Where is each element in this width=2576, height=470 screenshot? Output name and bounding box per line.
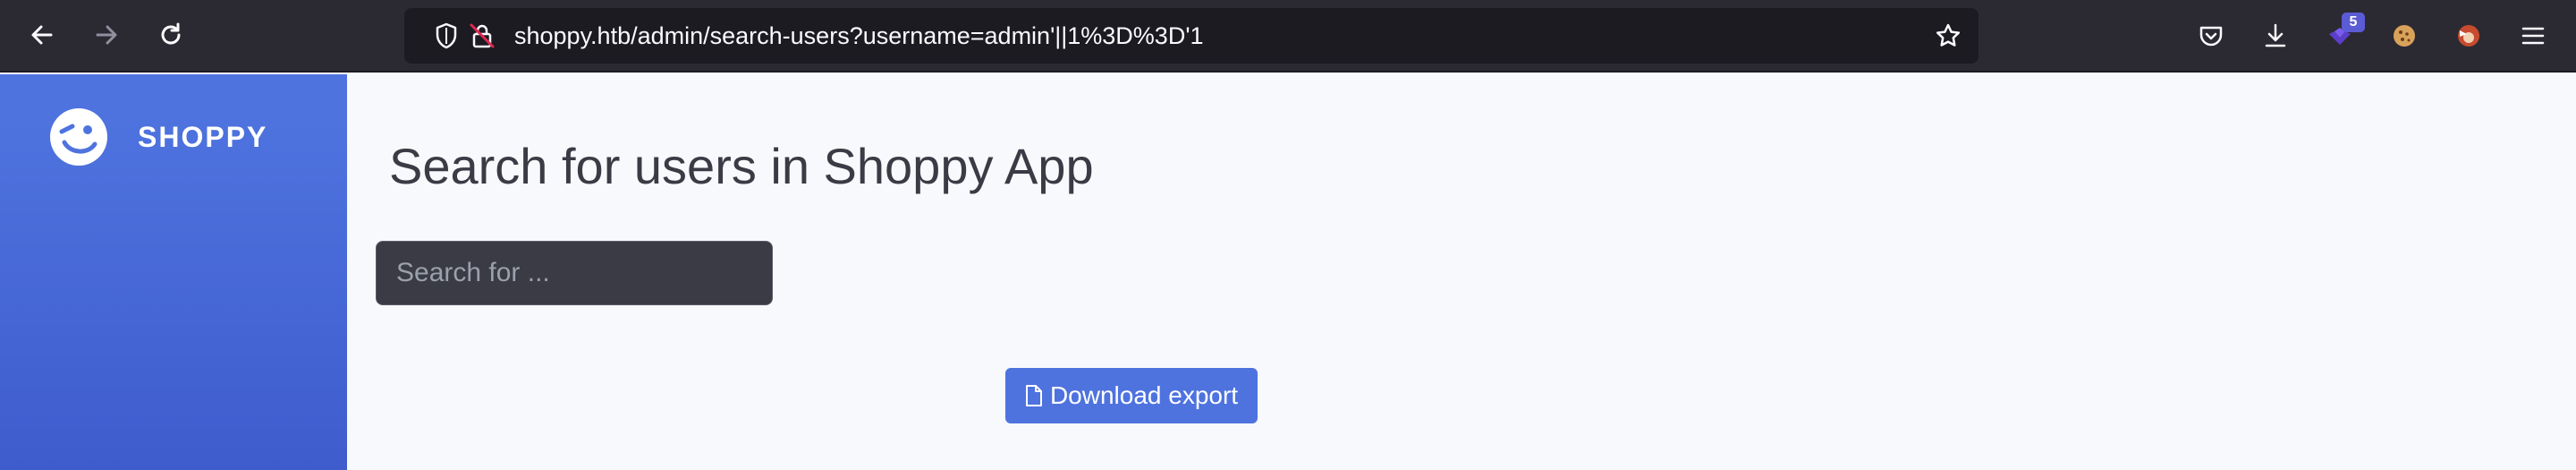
downloads-button[interactable] <box>2258 16 2293 56</box>
hamburger-menu-icon <box>2521 27 2545 45</box>
cookie-icon <box>2394 25 2415 47</box>
sidebar: SHOPPY <box>0 74 347 470</box>
browser-toolbar: shoppy.htb/admin/search-users?username=a… <box>0 0 2576 73</box>
download-export-label: Download export <box>1049 381 1239 409</box>
insecure-lock-icon[interactable] <box>468 21 496 50</box>
forward-arrow-icon <box>96 25 117 45</box>
back-arrow-icon <box>31 25 53 45</box>
cookie-extension-button[interactable] <box>2386 16 2422 56</box>
pocket-button[interactable] <box>2193 16 2229 56</box>
winking-face-logo-icon <box>50 108 107 166</box>
extension-badge: 5 <box>2342 13 2365 32</box>
pocket-icon <box>2199 26 2223 47</box>
download-export-button[interactable]: Download export <box>1005 368 1258 423</box>
forward-button[interactable] <box>86 14 127 56</box>
search-input[interactable] <box>376 241 773 305</box>
url-text[interactable]: shoppy.htb/admin/search-users?username=a… <box>514 8 1204 64</box>
bookmark-star-icon[interactable] <box>1934 21 1962 50</box>
page-title: Search for users in Shoppy App <box>389 138 1094 194</box>
file-icon <box>1025 385 1042 406</box>
back-button[interactable] <box>21 14 63 56</box>
profile-extension-button[interactable] <box>2451 16 2487 56</box>
shield-icon[interactable] <box>432 21 461 50</box>
reload-icon <box>161 22 181 45</box>
brand-name: SHOPPY <box>138 120 268 153</box>
reload-button[interactable] <box>150 14 191 56</box>
extension-button[interactable]: 5 <box>2322 13 2365 56</box>
app-menu-button[interactable] <box>2515 16 2551 56</box>
fox-avatar-icon <box>2458 25 2479 47</box>
main-content: Search for users in Shoppy App Download … <box>347 74 2576 470</box>
url-bar[interactable]: shoppy.htb/admin/search-users?username=a… <box>404 8 1979 64</box>
download-icon <box>2265 23 2286 47</box>
sidebar-brand[interactable]: SHOPPY <box>48 107 267 167</box>
